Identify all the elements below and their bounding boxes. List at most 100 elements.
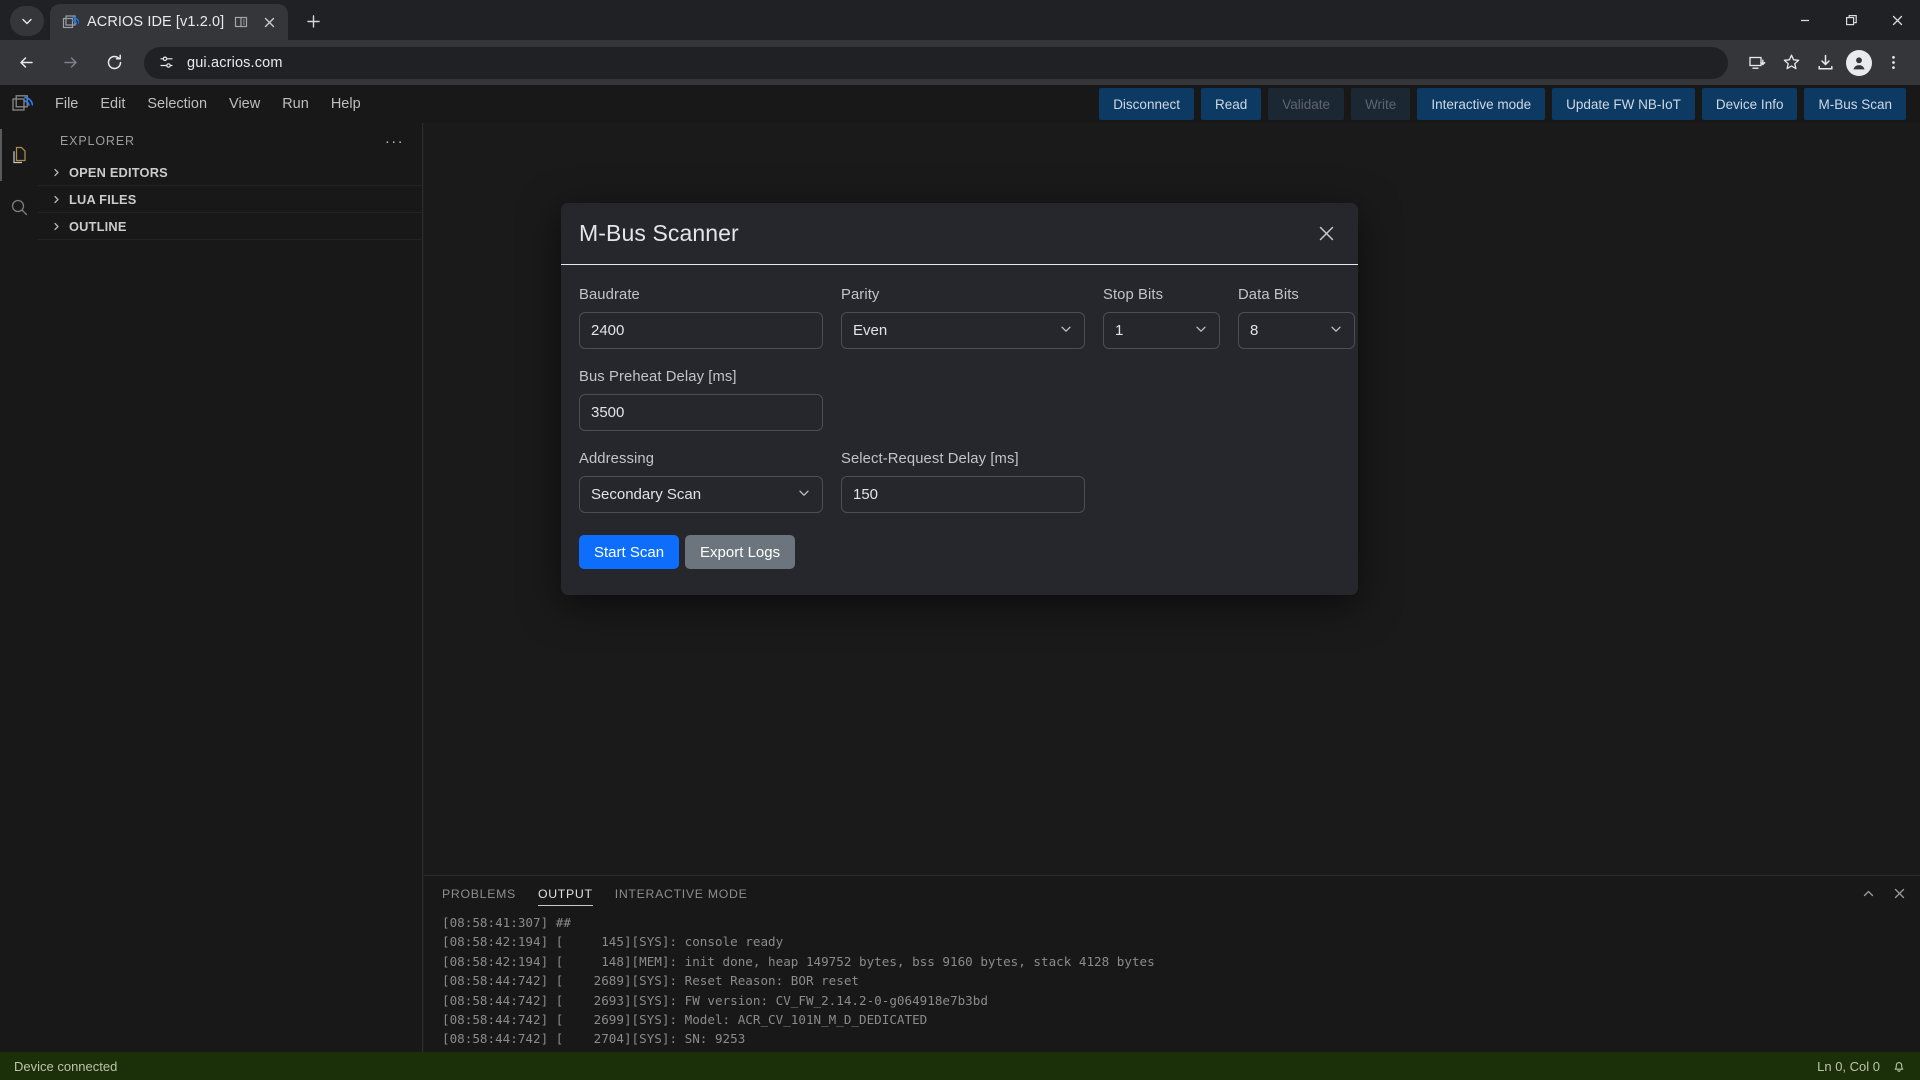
- start-scan-button[interactable]: Start Scan: [579, 535, 679, 569]
- bookmark-star-icon[interactable]: [1774, 46, 1808, 80]
- mbus-scan-button[interactable]: M-Bus Scan: [1804, 88, 1906, 120]
- device-toolbar: Disconnect Read Validate Write Interacti…: [1099, 88, 1906, 120]
- serial-settings-row: Baudrate 2400 Parity Even Stop Bits: [579, 287, 1340, 349]
- update-fw-nbiot-button[interactable]: Update FW NB-IoT: [1552, 88, 1695, 120]
- account-profile-icon[interactable]: [1842, 46, 1876, 80]
- field-stop-bits: Stop Bits 1: [1103, 287, 1220, 349]
- select-request-delay-input[interactable]: 150: [841, 476, 1085, 513]
- sidebar-section-label: OPEN EDITORS: [69, 165, 168, 180]
- log-line: [08:58:42:194] [ 145][SYS]: console read…: [442, 932, 1920, 951]
- device-info-button[interactable]: Device Info: [1702, 88, 1798, 120]
- chevron-down-icon: [1330, 323, 1342, 338]
- addressing-select[interactable]: Secondary Scan: [579, 476, 823, 513]
- download-icon[interactable]: [1808, 46, 1842, 80]
- tab-interactive-mode[interactable]: INTERACTIVE MODE: [615, 876, 748, 911]
- field-select-request-delay: Select-Request Delay [ms] 150: [841, 451, 1085, 513]
- browser-tab[interactable]: ACRIOS IDE [v1.2.0]: [50, 4, 288, 40]
- install-app-icon[interactable]: [1740, 46, 1774, 80]
- addressing-row: Addressing Secondary Scan Select-Request…: [579, 451, 1340, 513]
- baudrate-input[interactable]: 2400: [579, 312, 823, 349]
- log-line: [08:58:44:742] [ 2693][SYS]: FW version:…: [442, 991, 1920, 1010]
- window-minimize-icon[interactable]: [1782, 0, 1828, 40]
- panel-close-icon[interactable]: [1893, 887, 1906, 900]
- write-button: Write: [1351, 88, 1410, 120]
- stop-bits-select[interactable]: 1: [1103, 312, 1220, 349]
- sidebar-section-label: LUA FILES: [69, 192, 136, 207]
- data-bits-label: Data Bits: [1238, 287, 1355, 303]
- stop-bits-label: Stop Bits: [1103, 287, 1220, 303]
- tab-split-icon[interactable]: [232, 13, 250, 31]
- output-console[interactable]: [08:58:41:307] ## [08:58:42:194] [ 145][…: [424, 911, 1920, 1052]
- menu-help[interactable]: Help: [320, 85, 372, 123]
- preheat-row: Bus Preheat Delay [ms] 3500: [579, 369, 1340, 431]
- chevron-down-icon: [1060, 323, 1072, 338]
- browser-menu-kebab-icon[interactable]: [1876, 46, 1910, 80]
- window-close-icon[interactable]: [1874, 0, 1920, 40]
- dialog-body: Baudrate 2400 Parity Even Stop Bits: [561, 265, 1358, 595]
- stop-bits-value: 1: [1115, 322, 1123, 339]
- tab-close-icon[interactable]: [258, 11, 280, 33]
- panel-collapse-chevron-up-icon[interactable]: [1862, 887, 1875, 900]
- activity-explorer-files-icon[interactable]: [0, 129, 38, 181]
- addressing-value: Secondary Scan: [591, 486, 701, 503]
- export-logs-button[interactable]: Export Logs: [685, 535, 795, 569]
- omnibox-url-text[interactable]: gui.acrios.com: [187, 55, 283, 71]
- bell-icon[interactable]: [1892, 1059, 1906, 1073]
- status-device-connected: Device connected: [14, 1059, 117, 1074]
- explorer-ellipsis-icon[interactable]: ···: [385, 133, 404, 150]
- acrios-ide-app: File Edit Selection View Run Help Discon…: [0, 85, 1920, 1080]
- status-right-group: Ln 0, Col 0: [1817, 1059, 1906, 1074]
- site-info-tune-icon[interactable]: [158, 54, 175, 71]
- addressing-label: Addressing: [579, 451, 823, 467]
- browser-tab-strip: ACRIOS IDE [v1.2.0]: [0, 0, 1920, 40]
- bus-preheat-delay-input[interactable]: 3500: [579, 394, 823, 431]
- chevron-right-icon: [48, 222, 65, 231]
- window-restore-icon[interactable]: [1828, 0, 1874, 40]
- menu-selection[interactable]: Selection: [136, 85, 218, 123]
- tab-output[interactable]: OUTPUT: [538, 876, 593, 911]
- status-bar: Device connected Ln 0, Col 0: [0, 1052, 1920, 1080]
- dialog-header: M-Bus Scanner: [561, 203, 1358, 265]
- chevron-right-icon: [48, 168, 65, 177]
- menu-run[interactable]: Run: [271, 85, 320, 123]
- explorer-title: EXPLORER: [60, 134, 135, 148]
- sidebar-section-lua-files[interactable]: LUA FILES: [38, 186, 422, 213]
- omnibox[interactable]: gui.acrios.com: [144, 47, 1728, 79]
- tab-problems[interactable]: PROBLEMS: [442, 876, 516, 911]
- sidebar-section-open-editors[interactable]: OPEN EDITORS: [38, 159, 422, 186]
- field-parity: Parity Even: [841, 287, 1085, 349]
- log-line: [08:58:44:742] [ 2689][SYS]: Reset Reaso…: [442, 971, 1920, 990]
- sidebar-section-outline[interactable]: OUTLINE: [38, 213, 422, 240]
- chevron-down-icon: [798, 487, 810, 502]
- explorer-sidebar: EXPLORER ··· OPEN EDITORS LUA FILES OUTL…: [38, 123, 423, 1080]
- panel-actions: [1862, 876, 1906, 911]
- parity-select[interactable]: Even: [841, 312, 1085, 349]
- dialog-close-icon[interactable]: [1310, 217, 1342, 249]
- field-data-bits: Data Bits 8: [1238, 287, 1355, 349]
- menu-view[interactable]: View: [218, 85, 271, 123]
- parity-value: Even: [853, 322, 887, 339]
- back-arrow-left-icon[interactable]: [8, 45, 44, 81]
- app-menu-bar: File Edit Selection View Run Help Discon…: [0, 85, 1920, 123]
- activity-bar: [0, 123, 38, 1080]
- status-cursor-position[interactable]: Ln 0, Col 0: [1817, 1059, 1880, 1074]
- log-line: [08:58:41:307] ##: [442, 913, 1920, 932]
- disconnect-button[interactable]: Disconnect: [1099, 88, 1194, 120]
- data-bits-select[interactable]: 8: [1238, 312, 1355, 349]
- new-tab-plus-icon[interactable]: [298, 6, 328, 36]
- interactive-mode-button[interactable]: Interactive mode: [1417, 88, 1545, 120]
- activity-search-icon[interactable]: [0, 181, 38, 233]
- menu-edit[interactable]: Edit: [89, 85, 136, 123]
- read-button[interactable]: Read: [1201, 88, 1261, 120]
- data-bits-value: 8: [1250, 322, 1258, 339]
- browser-toolbar: gui.acrios.com: [0, 40, 1920, 85]
- tab-list-chevron-down-icon[interactable]: [10, 6, 44, 36]
- log-line: [08:58:42:194] [ 148][MEM]: init done, h…: [442, 952, 1920, 971]
- mbus-scanner-dialog: M-Bus Scanner Baudrate 2400 Parity Even: [561, 203, 1358, 595]
- log-line: [08:58:44:742] [ 2704][SYS]: SN: 9253: [442, 1029, 1920, 1048]
- acrios-logo-icon: [0, 85, 44, 123]
- baudrate-label: Baudrate: [579, 287, 823, 303]
- reload-icon[interactable]: [96, 45, 132, 81]
- menu-file[interactable]: File: [44, 85, 89, 123]
- bus-preheat-delay-label: Bus Preheat Delay [ms]: [579, 369, 823, 385]
